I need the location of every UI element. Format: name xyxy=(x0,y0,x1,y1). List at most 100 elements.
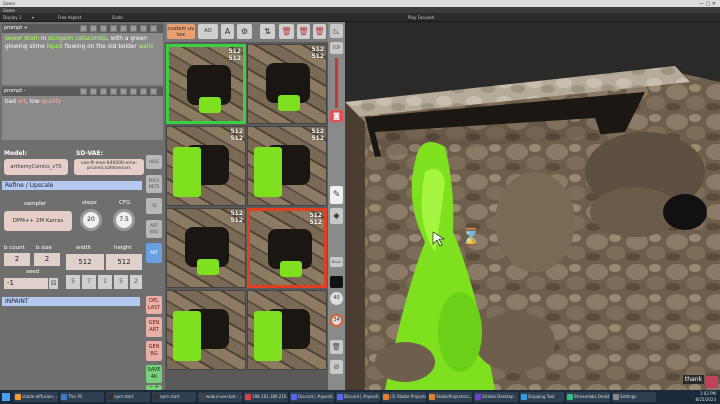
display-select[interactable]: Display 1 xyxy=(3,15,22,20)
opacity-knob[interactable]: 40 xyxy=(330,292,343,305)
cfg-knob[interactable]: 7.5 xyxy=(113,209,135,231)
generated-image-thumbnail[interactable]: 512 512 xyxy=(166,208,246,288)
image-width: 512 xyxy=(230,210,243,217)
gear-icon[interactable]: ⚙ xyxy=(237,24,252,39)
display-number-select[interactable]: ▾ xyxy=(32,15,34,20)
generated-image-thumbnail[interactable]: 512 512 xyxy=(247,44,327,124)
taskbar-app[interactable]: 198.181.180.216... xyxy=(244,392,288,402)
eraser-icon[interactable]: ◆ xyxy=(330,208,343,224)
trash-icon[interactable]: 🗑 xyxy=(313,24,326,39)
prompt-slot[interactable] xyxy=(150,88,157,95)
steps-knob[interactable]: 20 xyxy=(80,209,102,231)
image-height: 512 xyxy=(230,217,243,224)
prompt-slot[interactable] xyxy=(130,25,137,32)
prompt-slot[interactable] xyxy=(120,25,127,32)
seed-preset[interactable]: 1 xyxy=(98,275,112,289)
refine-upscale-bar[interactable]: Refine / Upscale xyxy=(2,181,142,190)
batch-size-input[interactable]: 2 xyxy=(34,253,60,266)
start-button-icon[interactable] xyxy=(2,393,10,401)
positive-prompt-input[interactable]: sewer drain in dungeon catacombs, with a… xyxy=(2,33,163,85)
fill-icon[interactable]: ⊘ xyxy=(330,360,343,374)
top-view-button[interactable]: TOP xyxy=(330,42,343,54)
taskbar-app[interactable]: webui-user.bat - ... xyxy=(198,392,242,402)
width-input[interactable]: 512 xyxy=(66,254,104,270)
gen-bg-button[interactable]: GEN BG xyxy=(146,341,162,361)
hide-button[interactable]: HIDE xyxy=(146,155,162,169)
taskbar-app[interactable]: Snipping Tool xyxy=(520,392,564,402)
taskbar-app[interactable]: GitHub Desktop xyxy=(474,392,518,402)
taskbar-app[interactable]: Discord | #questi... xyxy=(336,392,380,402)
viewport-render: ⌛ xyxy=(345,22,720,390)
sort-icon[interactable]: ⇅ xyxy=(260,24,275,39)
text-icon[interactable]: A xyxy=(221,24,234,39)
brush-icon[interactable]: ✎ xyxy=(330,186,343,204)
color-swatch[interactable] xyxy=(330,276,343,288)
prompt-slot[interactable] xyxy=(110,25,117,32)
prompt-slot[interactable] xyxy=(80,88,87,95)
taskbar-app[interactable]: npm start xyxy=(106,392,150,402)
prompt-slot[interactable] xyxy=(90,25,97,32)
prompt-slot[interactable] xyxy=(110,88,117,95)
generated-image-thumbnail[interactable] xyxy=(247,290,327,370)
taskbar-app[interactable]: StableProjectorz... xyxy=(428,392,472,402)
generated-image-thumbnail[interactable]: 512 512 xyxy=(166,44,246,124)
ao-button[interactable]: AO xyxy=(198,24,218,39)
triangle-ruler-icon[interactable]: ◺ xyxy=(330,24,343,38)
seed-preset[interactable]: 5 xyxy=(114,275,128,289)
prompt-slot[interactable] xyxy=(140,88,147,95)
prompt-slot[interactable] xyxy=(100,88,107,95)
3d-button[interactable]: 3D xyxy=(146,198,162,214)
inpaint-bar[interactable]: INPAINT xyxy=(2,297,140,306)
dice-icon[interactable]: ⚄ xyxy=(49,278,58,289)
prompt-slot[interactable] xyxy=(120,88,127,95)
trash-icon[interactable]: 🗑 xyxy=(297,24,310,39)
hardness-knob[interactable]: 34 xyxy=(330,314,343,327)
generated-image-thumbnail[interactable] xyxy=(166,290,246,370)
prompt-slot[interactable] xyxy=(80,25,87,32)
seed-input[interactable]: -1 xyxy=(4,278,48,289)
taskbar-app[interactable]: This PC xyxy=(60,392,104,402)
prompt-slot[interactable] xyxy=(100,25,107,32)
3d-viewport[interactable]: ⌛ thank xyxy=(345,22,720,390)
image-height: 512 xyxy=(311,135,324,142)
generated-image-thumbnail[interactable]: 512 512 xyxy=(166,126,246,206)
prompt-slot[interactable] xyxy=(150,25,157,32)
taskbar-app-label: stable-diffusion-... xyxy=(22,394,58,399)
taskbar-app[interactable]: Settings xyxy=(612,392,656,402)
negative-prompt-input[interactable]: bad art, low quality xyxy=(2,96,163,140)
play-focused-select[interactable]: Play Focused xyxy=(408,15,434,20)
seed-preset[interactable]: 7 xyxy=(82,275,96,289)
delete-icon[interactable]: 🗑 xyxy=(330,340,343,354)
image-width: 512 xyxy=(228,48,241,55)
taskbar-app[interactable]: npm start xyxy=(152,392,196,402)
custom-uv-tex-button[interactable]: custom uv tex xyxy=(167,24,195,39)
taskbar-app[interactable]: Streamlabs Deskt... xyxy=(566,392,610,402)
prompt-slot[interactable] xyxy=(90,88,97,95)
batch-count-input[interactable]: 2 xyxy=(4,253,30,266)
del-last-button[interactable]: DEL LAST xyxy=(146,296,162,314)
model-select[interactable]: arthemyComics_v70 xyxy=(4,159,68,175)
gen-art-button[interactable]: GEN ART xyxy=(146,317,162,337)
taskbar-app[interactable]: stable-diffusion-... xyxy=(14,392,58,402)
trash-icon[interactable]: 🗑 xyxy=(279,24,294,39)
prev-nets-button[interactable]: PREV NETS xyxy=(146,175,162,193)
prompt-slot[interactable] xyxy=(130,88,137,95)
prompt-token: walls xyxy=(138,44,154,50)
art-bg-button[interactable]: ART (BG) xyxy=(146,220,162,238)
prompt-slot[interactable] xyxy=(140,25,147,32)
save-4k-button[interactable]: SAVE 4K xyxy=(146,365,162,383)
sampler-select[interactable]: DPM++ 2M Karras xyxy=(4,211,72,231)
brush-size-slider[interactable] xyxy=(335,58,338,108)
generated-image-thumbnail[interactable]: 512 512 xyxy=(247,126,327,206)
seed-preset[interactable]: 2 xyxy=(130,275,142,289)
art-button[interactable]: ART xyxy=(146,243,162,263)
aspect-select[interactable]: Free Aspect xyxy=(58,15,81,20)
height-input[interactable]: 512 xyxy=(106,254,142,270)
taskbar-app[interactable]: Discord | #questi... xyxy=(290,392,334,402)
generated-image-thumbnail[interactable]: 512 512 xyxy=(247,208,327,288)
system-clock[interactable]: 1:02 PM 8/25/2023 xyxy=(695,391,716,403)
seed-preset[interactable]: 5 xyxy=(66,275,80,289)
camera-icon[interactable]: ◙ xyxy=(330,110,343,122)
taskbar-app[interactable]: (3) Stable Projector... xyxy=(382,392,426,402)
sd-vae-select[interactable]: vae-ft-mse-840000-ema-pruned.safetensors xyxy=(74,159,144,175)
